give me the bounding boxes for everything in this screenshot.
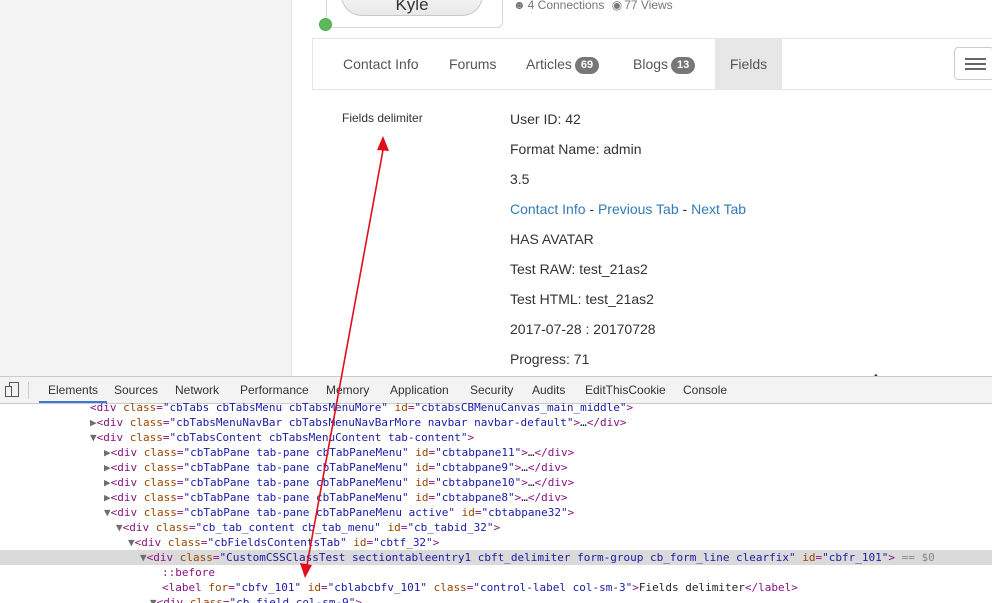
arrow-head-up <box>377 136 389 151</box>
blogs-count-badge: 13 <box>671 57 696 74</box>
tab-forums[interactable]: Forums <box>449 39 496 89</box>
dom-node[interactable]: <div class="cbTabs cbTabsMenu cbTabsMenu… <box>0 400 992 415</box>
dom-node[interactable]: ::before <box>0 565 992 580</box>
dom-node[interactable]: ▶<div class="cbTabPane tab-pane cbTabPan… <box>0 445 992 460</box>
tab-label: Fields <box>729 56 768 72</box>
next-tab-link[interactable]: Next Tab <box>691 201 746 217</box>
dom-node[interactable]: ▼<div class="cbTabPane tab-pane cbTabPan… <box>0 505 992 520</box>
field-test-raw: Test RAW: test_21as2 <box>510 261 648 277</box>
articles-count-badge: 69 <box>574 57 600 74</box>
dom-node[interactable]: ▶<div class="cbTabPane tab-pane cbTabPan… <box>0 475 992 490</box>
hamburger-icon <box>965 63 986 65</box>
tab-fields[interactable]: Fields <box>715 39 782 89</box>
dom-node[interactable]: ▼<div class="cbFieldsContentsTab" id="cb… <box>0 535 992 550</box>
link-separator: - <box>585 201 598 217</box>
tab-label: Contact Info <box>343 56 419 72</box>
profile-tabs: Contact Info Forums Articles 69 Blogs 13 F… <box>312 38 992 90</box>
hamburger-icon <box>965 68 986 70</box>
field-test-html: Test HTML: test_21as2 <box>510 291 654 307</box>
field-has-avatar: HAS AVATAR <box>510 231 594 247</box>
toolbar-divider <box>28 382 29 399</box>
tab-blogs[interactable]: Blogs 13 <box>633 39 696 89</box>
field-version: 3.5 <box>510 171 530 187</box>
dom-node[interactable]: ▶<div class="cbTabPane tab-pane cbTabPan… <box>0 490 992 505</box>
field-progress: Progress: 71 <box>510 351 590 367</box>
views-count: 77 Views <box>624 0 673 12</box>
left-sidebar-area <box>0 0 292 376</box>
menu-toggle-button[interactable] <box>954 47 992 80</box>
eye-icon: ◉ <box>611 0 623 12</box>
users-icon: ☻ <box>513 0 526 12</box>
profile-name-button[interactable]: Kyle <box>341 0 483 16</box>
tab-label: Blogs <box>633 56 669 72</box>
field-user-id: User ID: 42 <box>510 111 581 127</box>
tab-nav-links: Contact Info - Previous Tab - Next Tab <box>510 201 746 217</box>
devtools-panel: Elements Sources Network Performance Mem… <box>0 376 992 603</box>
elements-dom-tree: <div class="cbTabs cbTabsMenu cbTabsMenu… <box>0 401 992 603</box>
dom-node[interactable]: ▼<div class="cb_field col-sm-9"> <box>0 595 992 603</box>
device-toolbar-icon[interactable] <box>5 382 19 398</box>
field-date: 2017-07-28 : 20170728 <box>510 321 656 337</box>
previous-tab-link[interactable]: Previous Tab <box>598 201 679 217</box>
profile-name: Kyle <box>395 0 429 14</box>
dom-node[interactable]: ▼<div class="cbTabsContent cbTabsMenuCon… <box>0 430 992 445</box>
screen: Kyle ☻ 4 Connections ◉ 77 Views Contact In… <box>0 0 992 603</box>
link-separator: - <box>678 201 692 217</box>
dom-node[interactable]: ▶<div class="cbTabsMenuNavBar cbTabsMenu… <box>0 415 992 430</box>
dom-node[interactable]: ▼<div class="cb_tab_content cb_tab_menu"… <box>0 520 992 535</box>
tab-label: Articles <box>526 56 572 72</box>
online-status-dot <box>319 18 332 31</box>
tab-contact-info[interactable]: Contact Info <box>343 39 419 89</box>
dom-node[interactable]: <label for="cbfv_101" id="cblabcbfv_101"… <box>0 580 992 595</box>
dom-node[interactable]: ▶<div class="cbTabPane tab-pane cbTabPan… <box>0 460 992 475</box>
field-format-name: Format Name: admin <box>510 141 642 157</box>
fields-delimiter-label: Fields delimiter <box>342 111 423 125</box>
tab-articles[interactable]: Articles 69 <box>526 39 600 89</box>
connections-count[interactable]: 4 Connections <box>528 0 605 12</box>
tab-label: Forums <box>449 56 497 72</box>
contact-info-link[interactable]: Contact Info <box>510 201 586 217</box>
hamburger-icon <box>965 58 986 60</box>
dom-node-selected[interactable]: ▼<div class="CustomCSSClassTest sectiont… <box>0 550 992 565</box>
profile-stats: ☻ 4 Connections ◉ 77 Views <box>513 0 673 12</box>
